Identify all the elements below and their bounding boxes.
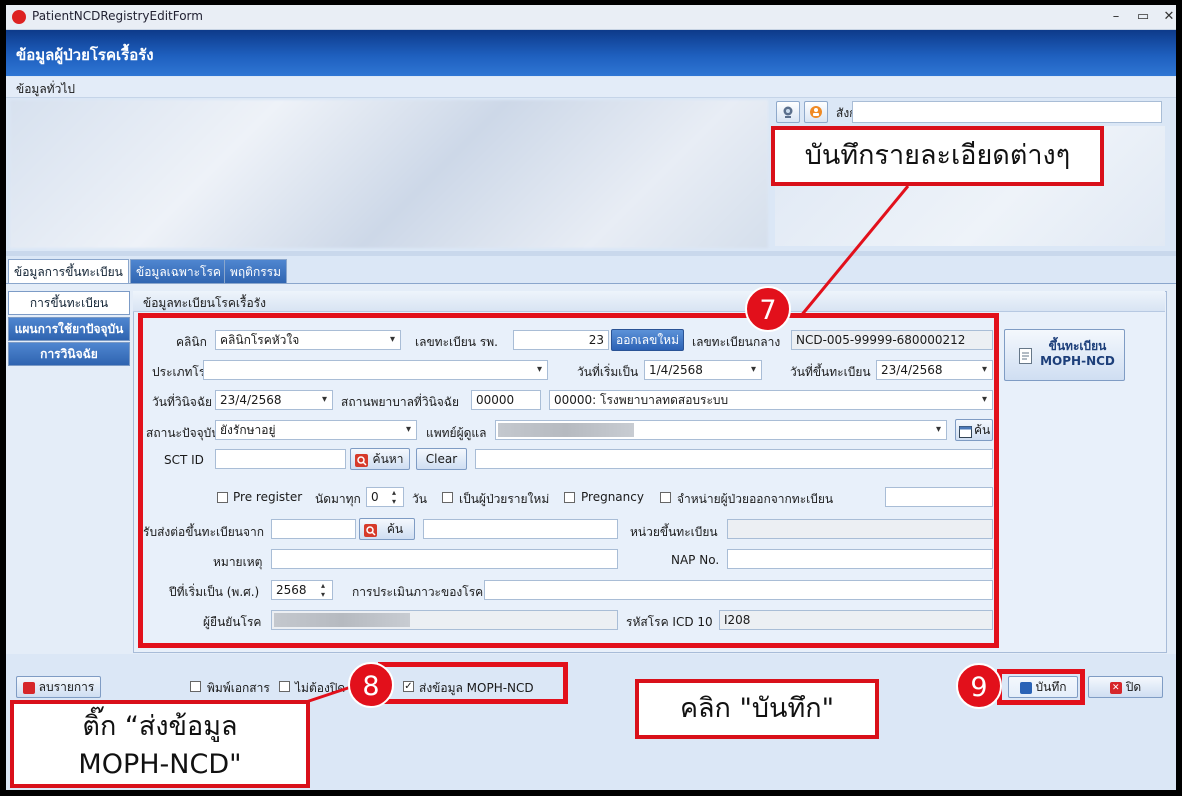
callout-7: บันทึกรายละเอียดต่างๆ (771, 126, 1104, 186)
annotation-leaders (299, 185, 910, 706)
badge-9: 9 (956, 663, 1002, 709)
badge-8: 8 (348, 662, 394, 708)
callout-8-line1: ติ๊ก “ส่งข้อมูล (82, 711, 238, 742)
badge-7: 7 (745, 286, 791, 332)
callout-8-line2: MOPH-NCD" (78, 749, 242, 780)
callout-9: คลิก "บันทึก" (635, 679, 879, 739)
screen: { "window": {"title": "PatientNCDRegistr… (0, 0, 1182, 796)
callout-8: ติ๊ก “ส่งข้อมูล MOPH-NCD" (10, 700, 310, 788)
